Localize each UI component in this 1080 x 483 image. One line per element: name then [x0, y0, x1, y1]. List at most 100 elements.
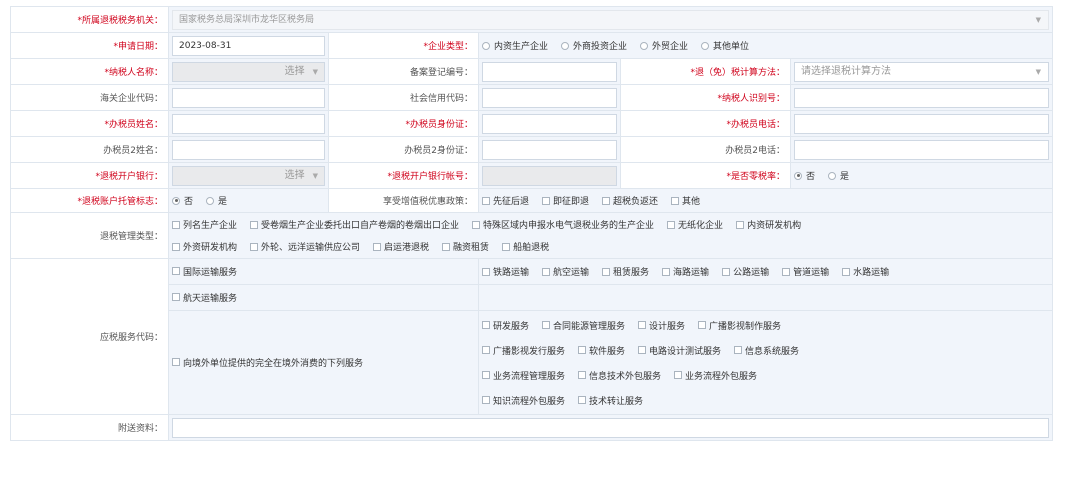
- enterprise-type-label: *企业类型：: [328, 32, 479, 59]
- checkbox-domestic-rd[interactable]: 内资研发机构: [736, 218, 801, 231]
- radio-foreign-invested[interactable]: 外商投资企业: [561, 39, 627, 52]
- checkbox-waterway[interactable]: 水路运输: [842, 265, 889, 278]
- taxpayer-name-picker[interactable]: 选择 ▼: [172, 61, 325, 82]
- checkbox-ship-refund[interactable]: 船舶退税: [502, 240, 549, 253]
- checkbox-icon: [674, 371, 683, 379]
- picker-text: 选择: [284, 65, 305, 77]
- checkbox-icon: [578, 396, 587, 404]
- checkbox-kpo[interactable]: 知识流程外包服务: [482, 394, 565, 407]
- checkbox-icon: [698, 321, 707, 329]
- record-no-label: 备案登记编号：: [328, 58, 479, 85]
- customs-code-input[interactable]: [172, 87, 325, 108]
- checkbox-info-system[interactable]: 信息系统服务: [734, 344, 799, 357]
- checkbox-icon: [472, 220, 481, 229]
- checkbox-icon: [482, 396, 490, 404]
- refund-registration-form: *所属退税税务机关： 国家税务总局深圳市龙华区税务局 ▼ *申请日期： 2023…: [10, 6, 1053, 441]
- tax-office-select[interactable]: 国家税务总局深圳市龙华区税务局 ▼: [172, 9, 1049, 30]
- checkbox-icon: [482, 196, 490, 205]
- checkbox-vat-other[interactable]: 其他: [671, 194, 700, 207]
- radio-checked-icon: [794, 171, 802, 180]
- checkbox-circuit-design[interactable]: 电路设计测试服务: [638, 344, 721, 357]
- checkbox-listed-producer[interactable]: 列名生产企业: [172, 218, 237, 231]
- checkbox-foreign-rd[interactable]: 外资研发机构: [172, 240, 237, 253]
- radio-zero-rate-no[interactable]: 否: [794, 169, 815, 182]
- bank-picker[interactable]: 选择 ▼: [172, 165, 325, 186]
- checkbox-intl-transport[interactable]: 国际运输服务: [172, 265, 237, 278]
- checkbox-film-production[interactable]: 广播影视制作服务: [698, 319, 781, 332]
- checkbox-energy-mgmt[interactable]: 合同能源管理服务: [542, 319, 625, 332]
- checkbox-icon: [671, 196, 680, 205]
- radio-icon: [561, 41, 570, 50]
- bank-account-input[interactable]: [482, 165, 617, 186]
- record-no-input[interactable]: [482, 61, 617, 82]
- checkbox-icon: [542, 321, 551, 329]
- radio-custody-no[interactable]: 否: [172, 194, 193, 207]
- radio-zero-rate-yes[interactable]: 是: [828, 169, 849, 182]
- taxpayer-name-label: *纳税人名称：: [10, 58, 169, 85]
- checkbox-rail[interactable]: 铁路运输: [482, 265, 529, 278]
- radio-foreign-trade[interactable]: 外贸企业: [640, 39, 688, 52]
- checkbox-bpo[interactable]: 业务流程外包服务: [674, 369, 757, 382]
- checkbox-icon: [482, 346, 490, 354]
- radio-domestic-producer[interactable]: 内资生产企业: [482, 39, 548, 52]
- checkbox-rd-service[interactable]: 研发服务: [482, 319, 529, 332]
- checkbox-space-transport[interactable]: 航天运输服务: [172, 291, 237, 304]
- officer2-name-input[interactable]: [172, 139, 325, 160]
- checkbox-process-mgmt[interactable]: 业务流程管理服务: [482, 369, 565, 382]
- checkbox-ocean-supply[interactable]: 外轮、远洋运输供应公司: [250, 240, 360, 253]
- radio-other-unit[interactable]: 其他单位: [701, 39, 749, 52]
- radio-custody-yes[interactable]: 是: [206, 194, 227, 207]
- checkbox-icon: [172, 220, 180, 229]
- checkbox-software[interactable]: 软件服务: [578, 344, 625, 357]
- officer-id-input[interactable]: [482, 113, 617, 134]
- chevron-down-icon: ▼: [1035, 15, 1041, 24]
- checkbox-collect-then-refund[interactable]: 先征后退: [482, 194, 529, 207]
- checkbox-icon: [250, 220, 259, 229]
- checkbox-special-zone-producer[interactable]: 特殊区域内申报水电气退税业务的生产企业: [472, 218, 654, 231]
- checkbox-overseas-services[interactable]: 向境外单位提供的完全在境外消费的下列服务: [172, 356, 363, 369]
- checkbox-finance-lease[interactable]: 融资租赁: [442, 240, 489, 253]
- checkbox-icon: [542, 196, 551, 205]
- checkbox-road[interactable]: 公路运输: [722, 265, 769, 278]
- checkbox-it-outsourcing[interactable]: 信息技术外包服务: [578, 369, 661, 382]
- apply-date-input[interactable]: 2023-08-31: [172, 35, 325, 56]
- checkbox-excess-burden-return[interactable]: 超税负返还: [602, 194, 658, 207]
- tax-office-value: 国家税务总局深圳市龙华区税务局: [179, 14, 315, 25]
- checkbox-icon: [734, 346, 743, 354]
- checkbox-icon: [373, 242, 382, 251]
- credit-code-input[interactable]: [482, 87, 617, 108]
- checkbox-film-distribution[interactable]: 广播影视发行服务: [482, 344, 565, 357]
- checkbox-tech-transfer[interactable]: 技术转让服务: [578, 394, 643, 407]
- checkbox-air[interactable]: 航空运输: [542, 265, 589, 278]
- custody-label: *退税账户托管标志：: [10, 188, 169, 213]
- checkbox-icon: [662, 267, 671, 276]
- checkbox-icon: [722, 267, 731, 276]
- refund-method-label: *退（免）税计算方法：: [620, 58, 791, 85]
- attachments-input[interactable]: [172, 417, 1049, 438]
- officer2-phone-input[interactable]: [794, 139, 1049, 160]
- checkbox-design[interactable]: 设计服务: [638, 319, 685, 332]
- officer2-id-label: 办税员2身份证：: [328, 136, 479, 163]
- officer-name-label: *办税员姓名：: [10, 110, 169, 137]
- officer2-id-input[interactable]: [482, 139, 617, 160]
- checkbox-immediate-refund[interactable]: 即征即退: [542, 194, 589, 207]
- taxpayer-id-input[interactable]: [794, 87, 1049, 108]
- checkbox-cigarette-exporter[interactable]: 受卷烟生产企业委托出口自产卷烟的卷烟出口企业: [250, 218, 459, 231]
- checkbox-pipeline[interactable]: 管道运输: [782, 265, 829, 278]
- radio-checked-icon: [172, 196, 180, 205]
- apply-date-label: *申请日期：: [10, 32, 169, 59]
- checkbox-lease-service[interactable]: 租赁服务: [602, 265, 649, 278]
- vat-policy-label: 享受增值税优惠政策：: [328, 188, 479, 213]
- refund-method-select[interactable]: 请选择退税计算方法 ▼: [794, 61, 1049, 82]
- refund-method-placeholder: 请选择退税计算方法: [801, 65, 891, 77]
- bank-account-label: *退税开户银行帐号：: [328, 162, 479, 189]
- checkbox-sea[interactable]: 海路运输: [662, 265, 709, 278]
- officer-name-input[interactable]: [172, 113, 325, 134]
- officer-phone-input[interactable]: [794, 113, 1049, 134]
- checkbox-icon: [842, 267, 851, 276]
- checkbox-departure-port[interactable]: 启运港退税: [373, 240, 429, 253]
- customs-code-label: 海关企业代码：: [10, 84, 169, 111]
- officer2-phone-label: 办税员2电话：: [620, 136, 791, 163]
- checkbox-icon: [578, 346, 587, 354]
- checkbox-paperless[interactable]: 无纸化企业: [667, 218, 723, 231]
